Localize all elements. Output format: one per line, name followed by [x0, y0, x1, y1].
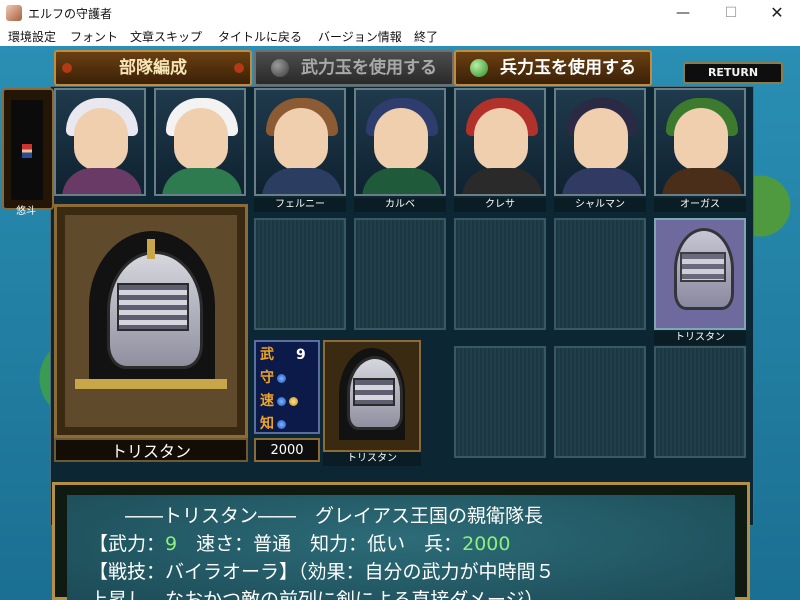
- description-line-1: ――トリスタン―― グレイアス王国の親衛隊長: [125, 505, 544, 527]
- tab-use-troop-orb[interactable]: 兵力玉を使用する: [454, 50, 652, 86]
- app-icon: [6, 5, 22, 21]
- return-button[interactable]: RETURN: [683, 62, 783, 84]
- portrait-7[interactable]: [654, 88, 746, 196]
- portrait-body: [662, 168, 742, 194]
- portrait-name: クレサ: [454, 198, 546, 212]
- menu-back-to-title[interactable]: タイトルに戻る: [218, 28, 302, 45]
- tab-unit-formation[interactable]: 部隊編成: [54, 50, 252, 86]
- window-titlebar: エルフの守護者 — ☐ ✕: [0, 0, 800, 27]
- stat-row: 武9: [260, 344, 306, 364]
- portrait-name: シャルマン: [554, 198, 646, 212]
- selected-portrait-frame: [54, 204, 248, 438]
- stat-troops-value: 2000: [462, 533, 511, 555]
- portrait-4[interactable]: [354, 88, 446, 196]
- description-line-3: 【戦技：バイラオーラ】（効果：自分の武力が中時間５: [89, 561, 555, 583]
- stat-dot-icon: [277, 396, 286, 406]
- portrait-body: [62, 168, 142, 194]
- tab-unit-formation-label: 部隊編成: [119, 58, 187, 78]
- portrait-face: [474, 108, 528, 170]
- stat-power-label: 【武力：: [89, 533, 166, 555]
- menu-exit[interactable]: 終了: [414, 28, 438, 45]
- portrait-face: [374, 108, 428, 170]
- formation-slot[interactable]: [654, 346, 746, 458]
- tab-use-troop-orb-label: 兵力玉を使用する: [499, 58, 636, 78]
- leader-panel: [11, 100, 43, 200]
- stat-label: 武: [260, 347, 274, 363]
- knight-crest: [147, 239, 155, 259]
- portrait-3[interactable]: [254, 88, 346, 196]
- description-line-2: 【武力：9 速さ：普通 知力：低い 兵：2000: [89, 529, 510, 556]
- portrait-face: [174, 108, 228, 170]
- selected-small-name: トリスタン: [323, 452, 421, 466]
- leader-slot[interactable]: [2, 88, 54, 210]
- stat-speed-intel-label: 速さ：普通 知力：低い 兵：: [177, 533, 463, 555]
- description-panel: ――トリスタン―― グレイアス王国の親衛隊長 【武力：9 速さ：普通 知力：低い…: [67, 495, 735, 600]
- portrait-name: カルベ: [354, 198, 446, 212]
- formation-slot[interactable]: [254, 218, 346, 330]
- portrait-2[interactable]: [154, 88, 246, 196]
- selected-troops: 2000: [254, 438, 320, 462]
- menu-font[interactable]: フォント: [70, 28, 118, 45]
- selected-unit-name: トリスタン: [54, 438, 248, 462]
- formation-slot-name: トリスタン: [654, 331, 746, 345]
- portrait-body: [562, 168, 642, 194]
- selected-portrait: [65, 215, 237, 427]
- formation-slot-occupied[interactable]: [654, 218, 746, 330]
- portrait-face: [674, 108, 728, 170]
- tab-use-power-orb-label: 武力玉を使用する: [300, 58, 437, 78]
- knight-visor: [353, 378, 395, 406]
- portrait-1[interactable]: [54, 88, 146, 196]
- portrait-5[interactable]: [454, 88, 546, 196]
- ornament-icon: [234, 63, 244, 73]
- menu-settings[interactable]: 環境設定: [8, 28, 56, 45]
- formation-slot[interactable]: [554, 218, 646, 330]
- portrait-body: [162, 168, 242, 194]
- formation-slot[interactable]: [454, 346, 546, 458]
- power-orb-icon: [271, 59, 290, 77]
- stat-value: 9: [296, 347, 306, 363]
- selected-small-portrait: [323, 340, 421, 452]
- stat-row: 知: [260, 413, 286, 433]
- tab-use-power-orb[interactable]: 武力玉を使用する: [254, 50, 454, 86]
- formation-slot[interactable]: [454, 218, 546, 330]
- portrait-face: [274, 108, 328, 170]
- portrait-name: オーガス: [654, 198, 746, 212]
- description-box: ――トリスタン―― グレイアス王国の親衛隊長 【武力：9 速さ：普通 知力：低い…: [52, 482, 750, 600]
- portrait-body: [262, 168, 342, 194]
- window-title: エルフの守護者: [28, 7, 113, 21]
- stat-power-value: 9: [165, 533, 178, 555]
- menu-text-skip[interactable]: 文章スキップ: [130, 28, 202, 45]
- leader-sprite: [22, 144, 32, 158]
- stat-label: 守: [260, 370, 274, 386]
- stat-label: 速: [260, 393, 274, 409]
- selected-stats: 武9守速知: [254, 340, 320, 434]
- knight-visor: [117, 283, 189, 331]
- portrait-face: [574, 108, 628, 170]
- portrait-face: [74, 108, 128, 170]
- game-area: 部隊編成 武力玉を使用する 兵力玉を使用する RETURN 悠斗 フェルニー カル…: [0, 46, 800, 600]
- stat-row: 速: [260, 390, 298, 410]
- portrait-body: [362, 168, 442, 194]
- knight-collar: [75, 379, 227, 389]
- formation-slot[interactable]: [554, 346, 646, 458]
- ornament-icon: [62, 63, 72, 73]
- troop-orb-icon: [470, 59, 489, 77]
- menu-bar: 環境設定 フォント 文章スキップ タイトルに戻る バージョン情報 終了: [0, 26, 800, 46]
- menu-version-info[interactable]: バージョン情報: [318, 28, 402, 45]
- maximize-button[interactable]: ☐: [708, 0, 754, 26]
- portrait-name: フェルニー: [254, 198, 346, 212]
- description-line-4: 上昇し、なおかつ敵の前列に剣による直接ダメージ）: [89, 589, 544, 600]
- formation-slot[interactable]: [354, 218, 446, 330]
- knight-visor: [680, 252, 726, 282]
- stat-row: 守: [260, 367, 286, 387]
- portrait-body: [462, 168, 542, 194]
- minimize-button[interactable]: —: [660, 0, 706, 26]
- portrait-6[interactable]: [554, 88, 646, 196]
- close-button[interactable]: ✕: [754, 0, 800, 26]
- leader-name: 悠斗: [16, 206, 36, 217]
- stat-dot-icon: [277, 373, 286, 383]
- stat-gold-dot-icon: [289, 396, 298, 406]
- stat-label: 知: [260, 416, 274, 432]
- stat-dot-icon: [277, 419, 286, 429]
